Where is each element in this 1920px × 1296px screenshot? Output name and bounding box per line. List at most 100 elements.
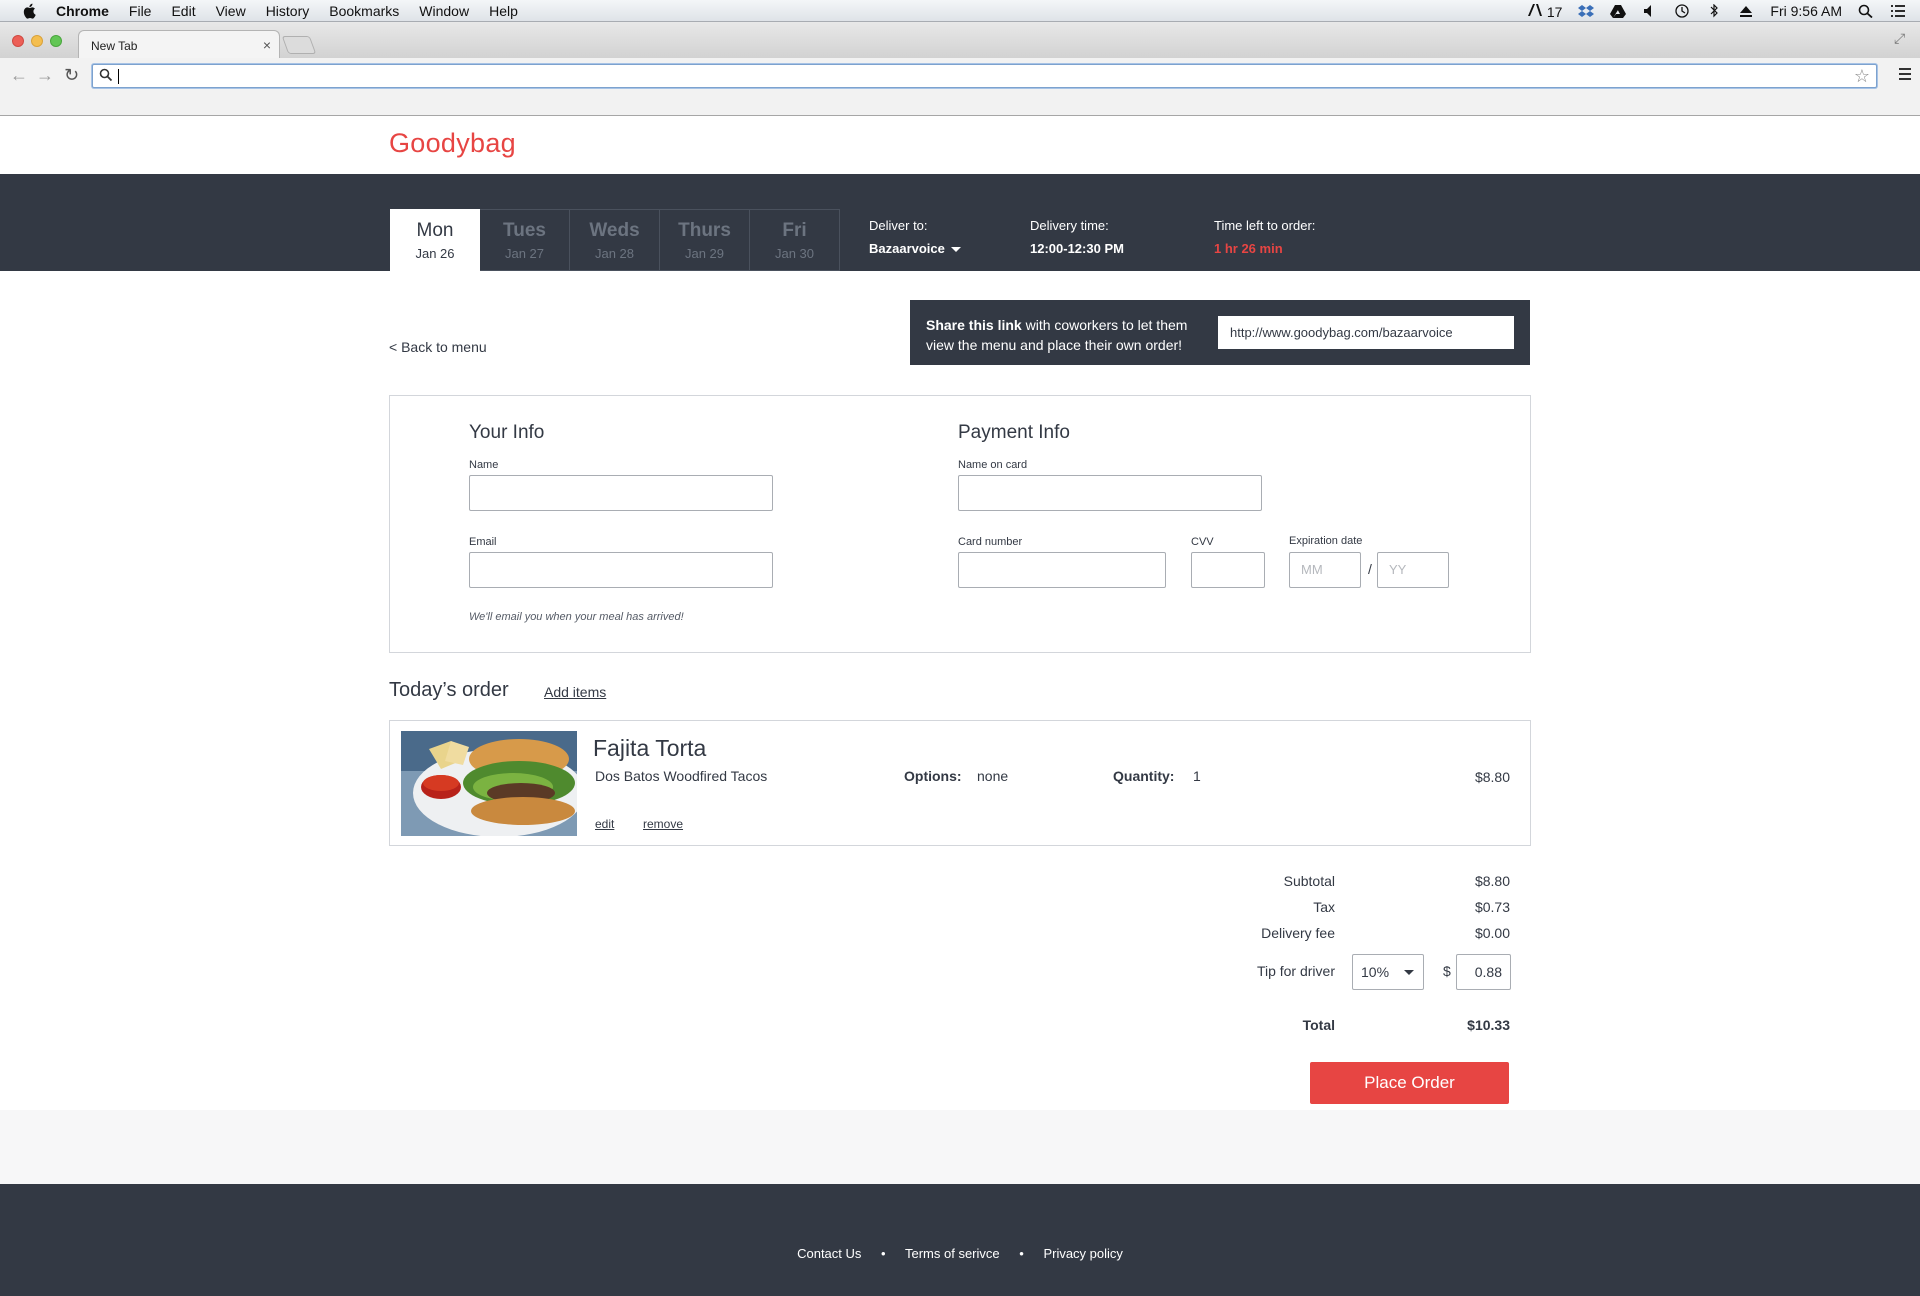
- site-header: Goodybag: [0, 117, 1920, 174]
- cvv-label: CVV: [1191, 536, 1214, 548]
- day-tab-thurs[interactable]: Thurs Jan 29: [660, 209, 750, 271]
- tax-value: $0.73: [1474, 899, 1510, 915]
- adobe-count: 17: [1546, 3, 1563, 20]
- menu-app-chrome[interactable]: Chrome: [56, 3, 109, 19]
- menubar-clock[interactable]: Fri 9:56 AM: [1770, 3, 1842, 19]
- menubar-status-area: 17 Fri 9:56 AM: [1527, 0, 1906, 22]
- subtotal-value: $8.80: [1474, 873, 1510, 889]
- notification-center-icon[interactable]: [1890, 4, 1906, 18]
- delivery-fee-value: $0.00: [1474, 925, 1510, 941]
- card-number-input[interactable]: [958, 552, 1166, 588]
- fajita-torta-photo: [401, 731, 577, 836]
- new-tab-button[interactable]: [281, 36, 317, 54]
- deliver-to-block: Deliver to: Bazaarvoice: [869, 218, 961, 256]
- share-link-box: Share this link with coworkers to let th…: [910, 300, 1530, 365]
- day-tab-mon[interactable]: Mon Jan 26: [390, 209, 480, 271]
- google-drive-icon[interactable]: [1610, 4, 1627, 18]
- apple-icon[interactable]: [20, 3, 38, 19]
- share-url-field[interactable]: http://www.goodybag.com/bazaarvoice: [1218, 316, 1514, 349]
- day-name: Thurs: [678, 220, 731, 241]
- day-date: Jan 30: [774, 246, 815, 261]
- item-options-value: none: [977, 768, 1009, 784]
- expiration-year-input[interactable]: YY: [1377, 552, 1449, 588]
- tip-currency-symbol: $: [1443, 963, 1451, 979]
- browser-tab[interactable]: New Tab ×: [78, 30, 280, 58]
- contact-us-link[interactable]: Contact Us: [797, 1246, 861, 1261]
- delivery-fee-label: Delivery fee: [1261, 925, 1335, 941]
- reload-icon[interactable]: ↻: [64, 65, 79, 86]
- order-item-card: Fajita Torta Dos Batos Woodfired Tacos O…: [389, 720, 1531, 846]
- tip-label: Tip for driver: [1256, 963, 1335, 979]
- menu-history[interactable]: History: [266, 3, 310, 19]
- adobe-status-item[interactable]: 17: [1527, 3, 1562, 20]
- bluetooth-icon[interactable]: [1706, 4, 1722, 18]
- chevron-down-icon: [1404, 970, 1414, 975]
- total-label: Total: [1302, 1017, 1335, 1033]
- day-tabs: Mon Jan 26 Tues Jan 27 Weds Jan 28 Thurs…: [390, 209, 840, 271]
- browser-tabstrip: New Tab × ⤢: [0, 22, 1920, 58]
- day-date: Jan 26: [415, 246, 455, 261]
- text-cursor: [118, 69, 119, 84]
- hamburger-menu-icon[interactable]: [1898, 68, 1912, 80]
- your-info-title: Your Info: [469, 422, 545, 443]
- name-input[interactable]: [469, 475, 773, 511]
- back-arrow-icon[interactable]: ←: [10, 65, 28, 86]
- cvv-input[interactable]: [1191, 552, 1265, 588]
- remove-item-link[interactable]: remove: [643, 817, 683, 831]
- menu-window[interactable]: Window: [419, 3, 469, 19]
- day-tab-weds[interactable]: Weds Jan 28: [570, 209, 660, 271]
- volume-icon[interactable]: [1642, 4, 1658, 18]
- forward-arrow-icon[interactable]: →: [36, 65, 54, 86]
- subtotal-label: Subtotal: [1283, 873, 1335, 889]
- address-bar[interactable]: ☆: [92, 64, 1877, 88]
- site-footer: Contact Us • Terms of serivce • Privacy …: [0, 1184, 1920, 1296]
- tip-percent-select[interactable]: 10%: [1352, 954, 1424, 990]
- deliver-to-dropdown[interactable]: Bazaarvoice: [869, 241, 961, 256]
- fullscreen-icon[interactable]: ⤢: [1894, 30, 1910, 46]
- spotlight-search-icon[interactable]: [1858, 4, 1874, 18]
- day-name: Weds: [589, 220, 640, 241]
- privacy-policy-link[interactable]: Privacy policy: [1043, 1246, 1122, 1261]
- edit-item-link[interactable]: edit: [595, 817, 614, 831]
- bookmark-star-icon[interactable]: ☆: [1854, 66, 1870, 87]
- menu-bookmarks[interactable]: Bookmarks: [329, 3, 399, 19]
- eject-icon[interactable]: [1738, 4, 1754, 18]
- place-order-button[interactable]: Place Order: [1310, 1062, 1509, 1104]
- share-text: Share this link with coworkers to let th…: [926, 315, 1216, 355]
- dropbox-sync-icon[interactable]: [1578, 4, 1595, 18]
- day-date: Jan 28: [594, 246, 635, 261]
- time-machine-icon[interactable]: [1674, 4, 1690, 18]
- back-to-menu-link[interactable]: < Back to menu: [389, 339, 487, 355]
- window-close-button[interactable]: [12, 35, 24, 47]
- expiration-month-input[interactable]: MM: [1289, 552, 1361, 588]
- window-zoom-button[interactable]: [50, 35, 62, 47]
- menu-file[interactable]: File: [129, 3, 152, 19]
- menu-help[interactable]: Help: [489, 3, 518, 19]
- day-tab-tues[interactable]: Tues Jan 27: [480, 209, 570, 271]
- delivery-time-value: 12:00-12:30 PM: [1030, 241, 1124, 256]
- menu-edit[interactable]: Edit: [171, 3, 195, 19]
- item-title: Fajita Torta: [593, 735, 707, 761]
- day-tab-fri[interactable]: Fri Jan 30: [750, 209, 840, 271]
- tab-close-icon[interactable]: ×: [263, 37, 271, 53]
- window-minimize-button[interactable]: [31, 35, 43, 47]
- name-label: Name: [469, 459, 499, 471]
- expiration-label: Expiration date: [1289, 535, 1363, 547]
- payment-info-title: Payment Info: [958, 422, 1070, 443]
- day-name: Mon: [416, 220, 454, 241]
- item-price: $8.80: [1474, 769, 1510, 785]
- day-date: Jan 29: [684, 246, 725, 261]
- menu-view[interactable]: View: [216, 3, 246, 19]
- macos-menubar: Chrome File Edit View History Bookmarks …: [0, 0, 1920, 22]
- search-icon: [99, 68, 113, 82]
- terms-of-service-link[interactable]: Terms of serivce: [905, 1246, 1000, 1261]
- day-name: Tues: [503, 220, 546, 241]
- total-value: $10.33: [1467, 1017, 1510, 1033]
- name-on-card-input[interactable]: [958, 475, 1262, 511]
- tip-amount-input[interactable]: 0.88: [1456, 954, 1511, 990]
- time-left-block: Time left to order: 1 hr 26 min: [1214, 218, 1315, 256]
- email-input[interactable]: [469, 552, 773, 588]
- goodybag-logo[interactable]: Goodybag: [389, 128, 516, 159]
- deliver-to-value: Bazaarvoice: [869, 241, 945, 256]
- add-items-link[interactable]: Add items: [544, 684, 606, 700]
